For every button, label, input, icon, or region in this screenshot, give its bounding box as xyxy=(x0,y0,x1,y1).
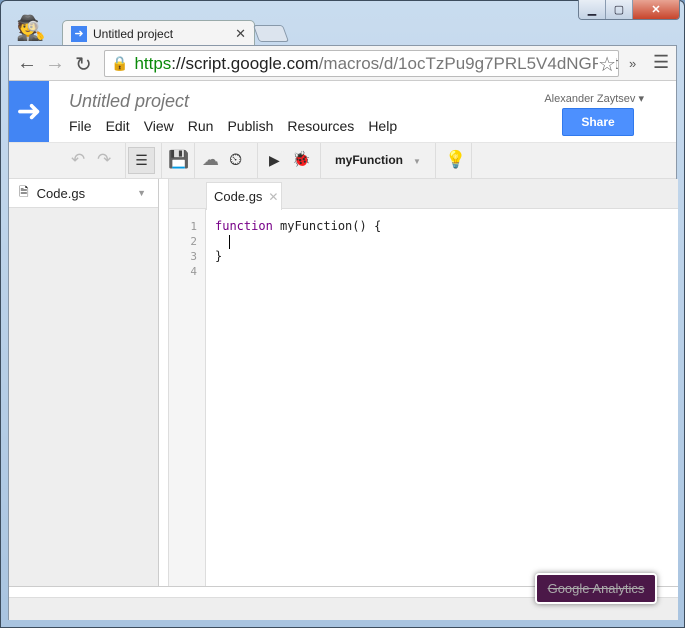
browser-tab[interactable]: ➜ Untitled project ✕ xyxy=(62,20,255,46)
forward-icon[interactable]: → xyxy=(45,52,65,75)
code-editor[interactable]: function myFunction() { } xyxy=(215,219,381,279)
function-select[interactable]: myFunction xyxy=(335,153,403,167)
new-tab-button[interactable] xyxy=(252,25,290,42)
url-path: /macros/d/1ocTzPu9g7PRL5V4dNGR3thM xyxy=(318,53,619,73)
tab-label: Code.gs xyxy=(214,189,263,204)
browser-window: ← → ↻ 🔒 https://script.google.com/macros… xyxy=(8,45,678,620)
redo-icon[interactable]: ↷ xyxy=(97,150,111,170)
line-number: 4 xyxy=(190,265,197,278)
menu-publish[interactable]: Publish xyxy=(227,118,273,134)
project-title[interactable]: Untitled project xyxy=(69,91,189,112)
line-number: 2 xyxy=(190,235,197,248)
reload-icon[interactable]: ↻ xyxy=(75,52,92,77)
close-icon[interactable]: ✕ xyxy=(268,190,278,204)
undo-icon[interactable]: ↶ xyxy=(71,150,85,170)
menu-resources[interactable]: Resources xyxy=(287,118,354,134)
window-controls: ▁ ▢ ✕ xyxy=(578,0,680,20)
address-bar[interactable]: 🔒 https://script.google.com/macros/d/1oc… xyxy=(104,50,619,77)
google-analytics-badge[interactable]: Google Analytics xyxy=(535,573,657,604)
file-item[interactable]: 🗎 Code.gs ▼ xyxy=(9,179,158,208)
sidebar-splitter[interactable] xyxy=(159,179,169,586)
code-line-1: function myFunction() { xyxy=(215,219,382,233)
file-icon: 🗎 xyxy=(19,184,29,199)
share-button[interactable]: Share xyxy=(562,108,634,136)
menu-file[interactable]: File xyxy=(69,118,92,134)
url-scheme: https xyxy=(134,53,172,73)
deploy-cloud-icon[interactable]: ☁ xyxy=(202,150,219,170)
menu-view[interactable]: View xyxy=(144,118,174,134)
apps-script-favicon-icon: ➜ xyxy=(71,25,87,42)
bookmark-star-icon[interactable]: ☆ xyxy=(598,52,616,76)
extensions-overflow[interactable]: » xyxy=(629,56,636,71)
code-line-3: } xyxy=(215,249,223,263)
back-icon[interactable]: ← xyxy=(17,52,37,75)
menu-icon[interactable]: ☰ xyxy=(653,52,669,73)
menu-bar: File Edit View Run Publish Resources Hel… xyxy=(69,118,411,134)
file-sidebar: 🗎 Code.gs ▼ xyxy=(9,179,159,586)
editor-tabs: Code.gs ✕ xyxy=(169,179,678,210)
line-number: 3 xyxy=(190,250,197,263)
navigation-bar: ← → ↻ 🔒 https://script.google.com/macros… xyxy=(9,46,676,81)
maximize-button[interactable]: ▢ xyxy=(606,0,633,19)
run-icon[interactable]: ▶ xyxy=(269,152,280,169)
text-cursor xyxy=(229,234,231,249)
account-menu[interactable]: Alexander Zaytsev ▾ xyxy=(544,92,644,105)
tab-title: Untitled project xyxy=(93,26,174,41)
chevron-down-icon[interactable]: ▼ xyxy=(137,188,146,198)
app-header: ➜ Untitled project File Edit View Run Pu… xyxy=(9,81,676,143)
triggers-clock-icon[interactable]: ⏲ xyxy=(229,150,242,170)
menu-edit[interactable]: Edit xyxy=(106,118,130,134)
menu-run[interactable]: Run xyxy=(188,118,214,134)
line-number: 1 xyxy=(190,220,197,233)
minimize-button[interactable]: ▁ xyxy=(579,0,606,19)
editor-pane: Code.gs ✕ 1 2 3 4 function myFunction() … xyxy=(169,179,678,586)
menu-help[interactable]: Help xyxy=(368,118,397,134)
debug-bug-icon[interactable]: 🐞 xyxy=(292,150,311,168)
lightbulb-icon[interactable]: 💡 xyxy=(445,150,466,170)
line-number-gutter: 1 2 3 4 xyxy=(169,209,206,586)
close-window-button[interactable]: ✕ xyxy=(633,0,679,19)
editor-toolbar: ↶ ↷ ☰ 💾 ☁ ⏲ ▶ 🐞 myFunction ▼ 💡 xyxy=(9,143,676,179)
save-icon[interactable]: 💾 xyxy=(168,150,189,170)
incognito-icon: 🕵 xyxy=(16,15,46,42)
code-line-2 xyxy=(215,234,381,249)
apps-script-logo-icon[interactable]: ➜ xyxy=(9,81,49,142)
close-tab-icon[interactable]: ✕ xyxy=(235,26,246,42)
lock-icon: 🔒 xyxy=(111,55,129,71)
url-host: ://script.google.com xyxy=(171,53,319,73)
file-name: Code.gs xyxy=(36,185,86,201)
tab-code-gs[interactable]: Code.gs ✕ xyxy=(206,182,282,210)
chevron-down-icon[interactable]: ▼ xyxy=(413,157,421,166)
indent-icon[interactable]: ☰ xyxy=(128,147,155,174)
